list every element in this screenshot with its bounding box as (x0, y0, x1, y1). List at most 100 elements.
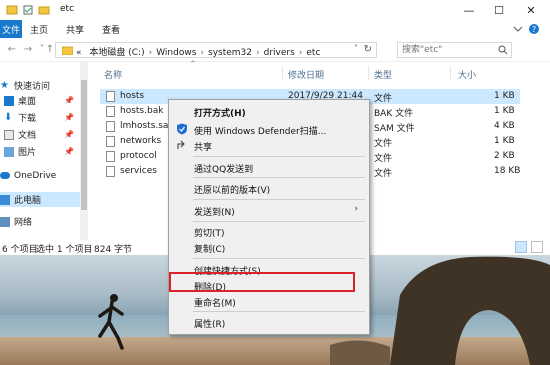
desktop-icon (4, 95, 14, 106)
file-size: 1 KB (494, 106, 515, 116)
delete-highlight-box (169, 272, 355, 292)
address-row: ← → ˅ ↑ « 本地磁盘 (C:) › Windows › system32 › dri… (0, 38, 550, 62)
nav-onedrive[interactable]: OneDrive (0, 168, 88, 183)
nav-label: 快速访问 (14, 82, 51, 92)
pin-icon[interactable]: 📌 (64, 130, 74, 139)
breadcrumb-separator-icon[interactable]: › (149, 48, 153, 58)
column-date[interactable]: 修改日期 (288, 68, 324, 81)
new-folder-quick-icon[interactable] (38, 4, 50, 16)
folder-icon (62, 46, 73, 55)
menu-separator (193, 258, 365, 259)
properties-quick-icon[interactable] (22, 4, 34, 16)
nav-pictures[interactable]: 图片 📌 (0, 144, 88, 159)
address-bar[interactable]: « 本地磁盘 (C:) › Windows › system32 › drivers › etc… (55, 42, 377, 58)
file-name: networks (120, 136, 162, 146)
ribbon-tabs: 文件 主页 共享 查看 ? (0, 20, 550, 38)
back-icon[interactable]: ← (6, 44, 18, 56)
pin-icon[interactable]: 📌 (64, 113, 74, 122)
file-icon (106, 106, 115, 117)
pin-icon[interactable]: 📌 (64, 147, 74, 156)
tab-view[interactable]: 查看 (102, 23, 120, 36)
nav-label: 图片 (18, 148, 37, 158)
breadcrumb-drive[interactable]: 本地磁盘 (C:) (89, 48, 144, 58)
nav-network[interactable]: 网络 (0, 214, 88, 229)
address-dropdown-icon[interactable]: ˅ (354, 44, 358, 53)
close-button[interactable]: ✕ (516, 0, 546, 20)
file-name: hosts (120, 91, 145, 101)
breadcrumb-separator-icon[interactable]: › (256, 48, 260, 58)
tab-file[interactable]: 文件 (0, 20, 22, 38)
details-view-icon[interactable] (515, 241, 527, 253)
star-icon: ★ (0, 79, 9, 91)
tab-share[interactable]: 共享 (66, 23, 84, 36)
menu-share[interactable]: 共享 (170, 136, 368, 154)
refresh-icon[interactable]: ↻ (364, 44, 372, 55)
svg-text:?: ? (532, 25, 536, 34)
nav-label: 下载 (18, 114, 37, 124)
computer-icon (0, 194, 10, 205)
nav-scrollbar-thumb[interactable] (81, 80, 87, 210)
breadcrumb-system32[interactable]: system32 (208, 48, 252, 58)
file-icon (106, 91, 115, 102)
column-separator[interactable] (282, 66, 283, 80)
nav-desktop[interactable]: 桌面 📌 (0, 93, 88, 108)
menu-open-with[interactable]: 打开方式(H) (170, 102, 368, 120)
nav-label: 桌面 (18, 97, 37, 107)
search-input[interactable] (398, 43, 494, 57)
file-name: services (120, 166, 157, 176)
document-icon (4, 129, 14, 140)
file-size: 18 KB (494, 166, 521, 176)
breadcrumb-separator-icon[interactable]: › (200, 48, 204, 58)
column-separator[interactable] (450, 66, 451, 80)
search-box[interactable] (397, 42, 512, 58)
download-icon: ⬇ (4, 111, 13, 123)
nav-label: OneDrive (14, 170, 57, 181)
defender-shield-icon (177, 123, 187, 135)
nav-quick-access[interactable]: ★ 快速访问 (0, 78, 88, 93)
ribbon-expand-icon[interactable]: ? (512, 23, 542, 35)
file-icon (106, 166, 115, 177)
nav-this-pc[interactable]: 此电脑 (0, 192, 88, 207)
large-icons-view-icon[interactable] (531, 241, 543, 253)
menu-send-to[interactable]: 发送到(N) › (170, 201, 368, 219)
nav-downloads[interactable]: ⬇ 下载 📌 (0, 110, 88, 125)
file-type: 文件 (374, 94, 393, 104)
maximize-button[interactable]: ☐ (484, 0, 514, 20)
file-name: protocol (120, 151, 157, 161)
navigation-pane: ★ 快速访问 桌面 📌 ⬇ 下载 📌 文档 📌 图片 📌 OneDrive 此电脑 网络 (0, 62, 88, 240)
file-size: 4 KB (494, 121, 515, 131)
column-size[interactable]: 大小 (458, 68, 476, 81)
menu-separator (193, 311, 365, 312)
column-separator[interactable] (368, 66, 369, 80)
forward-icon[interactable]: → (22, 44, 34, 56)
menu-rename[interactable]: 重命名(M) (170, 292, 368, 310)
breadcrumb-separator-icon[interactable]: › (299, 48, 303, 58)
menu-send-via-qq[interactable]: 通过QQ发送到 (170, 158, 368, 176)
menu-copy[interactable]: 复制(C) (170, 238, 368, 256)
breadcrumb-overflow[interactable]: « (76, 48, 82, 58)
minimize-button[interactable]: — (454, 0, 484, 20)
column-name[interactable]: 名称 (104, 68, 122, 81)
nav-scrollbar[interactable] (80, 62, 88, 240)
context-menu: 打开方式(H) 使用 Windows Defender扫描... 共享 通过QQ… (168, 99, 370, 335)
picture-icon (4, 146, 14, 157)
file-type: 文件 (374, 154, 393, 164)
menu-separator (193, 199, 365, 200)
file-icon (106, 151, 115, 162)
title-bar: etc — ☐ ✕ (0, 0, 550, 20)
breadcrumb-windows[interactable]: Windows (156, 48, 196, 58)
search-icon[interactable] (498, 45, 508, 55)
column-type[interactable]: 类型 (374, 68, 392, 81)
breadcrumb-drivers[interactable]: drivers (264, 48, 295, 58)
status-size: 824 字节 (94, 245, 133, 255)
tab-home[interactable]: 主页 (30, 23, 48, 36)
pin-icon[interactable]: 📌 (64, 96, 74, 105)
menu-separator (193, 156, 365, 157)
breadcrumb-etc[interactable]: etc (306, 48, 320, 58)
menu-properties[interactable]: 属性(R) (170, 313, 368, 331)
nav-documents[interactable]: 文档 📌 (0, 127, 88, 142)
wallpaper-runner (98, 294, 124, 350)
nav-label: 网络 (14, 218, 33, 228)
menu-restore-previous[interactable]: 还原以前的版本(V) (170, 179, 368, 197)
file-name: hosts.bak (120, 106, 164, 116)
